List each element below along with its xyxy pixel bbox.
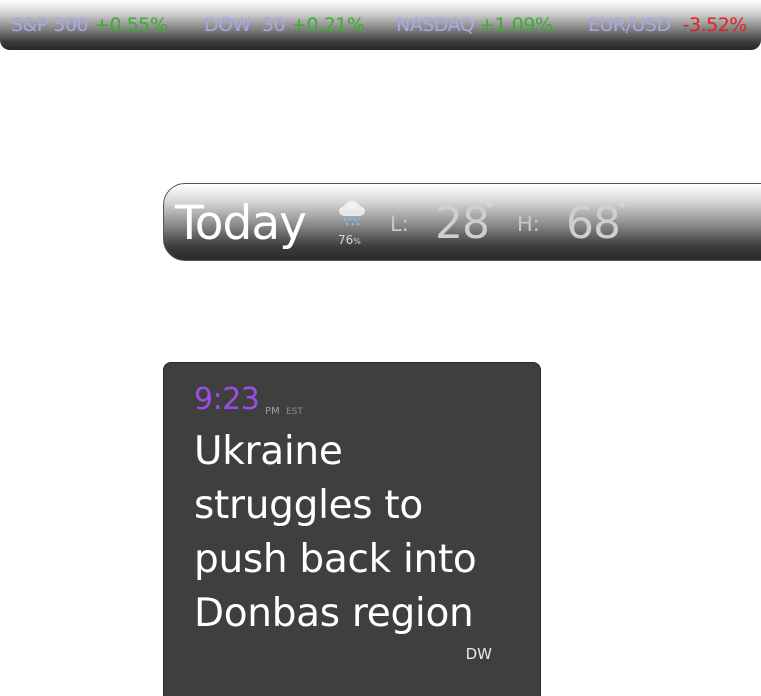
ticker-symbol: NASDAQ [396,14,475,36]
ticker-symbol: S&P 500 [11,14,89,36]
news-card[interactable]: 9:23 PM EST Ukraine struggles to push ba… [163,362,541,696]
stock-ticker: S&P 500 +0.55% DOW 30 +0.21% NASDAQ +1.09% … [0,0,761,50]
ticker-item-sp500[interactable]: S&P 500 +0.55% [11,12,168,38]
precipitation-value: 76 [338,233,354,247]
ticker-item-dow30[interactable]: DOW 30 +0.21% [204,12,365,38]
ticker-item-eurusd[interactable]: EUR/USD -3.52% [588,12,747,38]
news-timezone: EST [286,407,303,417]
low-temp-label: L: [390,212,409,236]
ticker-change: -3.52% [682,14,748,36]
news-time: 9:23 [194,382,260,417]
news-source: DW [465,645,492,663]
precipitation-unit: % [353,237,361,246]
ticker-change: +0.55% [94,14,168,36]
ticker-item-nasdaq[interactable]: NASDAQ +1.09% [396,12,553,38]
news-headline[interactable]: Ukraine struggles to push back into Donb… [194,425,524,641]
weather-day: Today [175,196,307,251]
low-temp-degree: ° [486,201,493,217]
weather-widget[interactable]: Today 76% L: 28 ° H: 68 ° [163,183,761,261]
high-temp-value: 68 [566,198,621,249]
ticker-symbol: EUR/USD [588,14,671,36]
high-temp-degree: ° [619,201,626,217]
news-ampm: PM [265,406,280,417]
ticker-change: +0.21% [291,14,365,36]
ticker-change: +1.09% [479,14,553,36]
rain-cloud-icon [339,201,365,226]
high-temp-label: H: [517,212,540,236]
precipitation-chance: 76% [338,233,361,249]
low-temp-value: 28 [435,198,490,249]
ticker-symbol: DOW 30 [204,14,286,36]
